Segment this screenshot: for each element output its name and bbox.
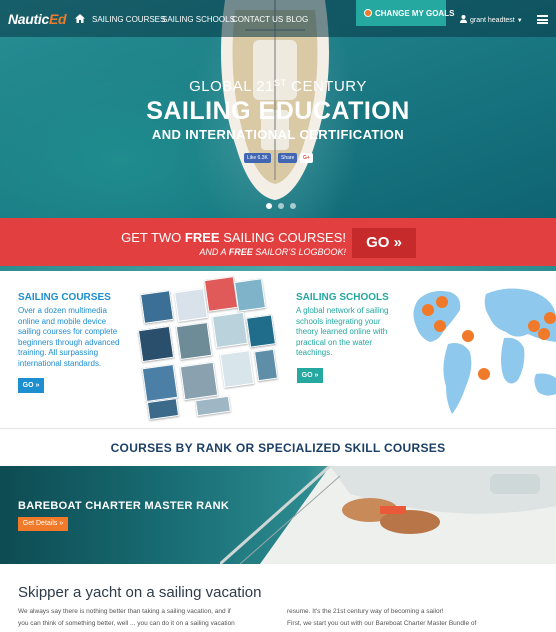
sailing-schools-title[interactable]: SAILING SCHOOLS [296, 292, 389, 303]
facebook-like-button[interactable]: Like 6.3K [244, 153, 271, 163]
vacation-left-text: We always say there is nothing better th… [18, 608, 235, 627]
home-icon[interactable] [75, 14, 85, 23]
get-details-button[interactable]: Get Details » [18, 517, 68, 531]
target-icon [364, 9, 372, 17]
sailing-schools-go-button[interactable]: GO » [297, 368, 323, 383]
nav-link-sailing-courses[interactable]: SAILING COURSES [92, 15, 165, 24]
user-menu[interactable]: grant headtest ▼ [460, 15, 523, 24]
change-goals-button[interactable]: CHANGE MY GOALS [356, 0, 454, 26]
collage-photo [140, 290, 174, 324]
sailing-courses-go-button[interactable]: GO » [18, 378, 44, 393]
wave-divider [0, 266, 556, 271]
hero-subtitle-bottom: AND INTERNATIONAL CERTIFICATION [151, 127, 405, 142]
collage-photo [211, 311, 249, 349]
rank-courses-heading: COURSES BY RANK OR SPECIALIZED SKILL COU… [110, 441, 446, 455]
hamburger-menu-icon[interactable] [537, 15, 548, 24]
sailing-schools-text: A global network of sailing schools inte… [296, 306, 389, 357]
nav-link-blog[interactable]: BLOG [286, 15, 308, 24]
world-map-image [413, 288, 556, 414]
sailing-courses-title[interactable]: SAILING COURSES [18, 292, 111, 303]
collage-photo [203, 276, 239, 312]
google-plus-button[interactable]: G+ [300, 153, 313, 163]
hero-subtitle-top: GLOBAL 21ST CENTURY [189, 78, 367, 95]
collage-photo [146, 398, 180, 420]
slider-dot-2[interactable] [278, 203, 284, 209]
bareboat-banner-title: BAREBOAT CHARTER MASTER RANK [18, 500, 230, 512]
yacht-deck-image [220, 466, 556, 564]
bareboat-banner [0, 466, 556, 564]
slider-dots [266, 196, 302, 214]
promo-subline: AND A FREE SAILOR'S LOGBOOK! [199, 247, 346, 257]
collage-photo [254, 348, 278, 382]
vacation-right-text: resume. It's the 21st century way of bec… [287, 608, 477, 627]
vacation-section-title: Skipper a yacht on a sailing vacation [18, 584, 262, 601]
collage-photo [219, 350, 255, 388]
collage-photo [246, 314, 276, 348]
change-goals-label: CHANGE MY GOALS [375, 9, 455, 18]
user-icon [460, 15, 467, 23]
promo-headline: GET TWO FREE SAILING COURSES! [121, 230, 346, 245]
user-name: grant headtest [470, 17, 515, 24]
hero-title: SAILING EDUCATION [146, 97, 410, 125]
collage-photo [137, 325, 175, 363]
slider-dot-1[interactable] [266, 203, 272, 209]
promo-go-button[interactable]: GO » [352, 228, 416, 258]
facebook-share-button[interactable]: Share [278, 153, 298, 163]
site-logo[interactable]: NauticEd [8, 11, 67, 27]
caret-down-icon: ▼ [516, 18, 523, 24]
collage-photo [141, 363, 179, 403]
nav-link-sailing-schools[interactable]: SAILING SCHOOLS [162, 15, 235, 24]
collage-photo [179, 361, 219, 401]
slider-dot-3[interactable] [290, 203, 296, 209]
sailing-courses-text: Over a dozen multimedia online and mobil… [18, 306, 120, 368]
promo-banner: GET TWO FREE SAILING COURSES! AND A FREE… [0, 218, 556, 270]
collage-photo [234, 278, 266, 312]
collage-photo [174, 288, 208, 322]
section-divider [0, 428, 556, 429]
collage-photo [195, 395, 231, 417]
collage-photo [175, 321, 213, 361]
nav-link-contact-us[interactable]: CONTACT US [232, 15, 283, 24]
